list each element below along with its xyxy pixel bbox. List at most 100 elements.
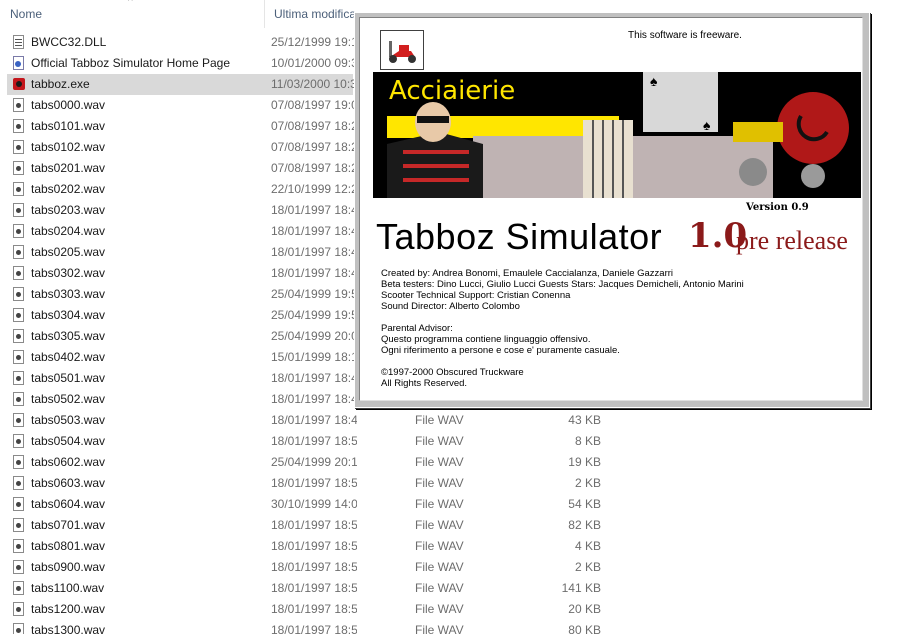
file-row[interactable]: tabs0503.wav 18/01/1997 18:45 File WAV 43 K… (7, 410, 601, 431)
file-row[interactable]: tabs1100.wav 18/01/1997 18:53 File WAV 141 … (7, 578, 601, 599)
column-header-modified-label: Ultima modifica (274, 7, 357, 21)
file-row[interactable]: BWCC32.DLL 25/12/1999 19:1 (7, 32, 357, 53)
file-modified-date: 15/01/1999 18:1 (271, 350, 357, 364)
file-row[interactable]: tabs0305.wav 25/04/1999 20:0 (7, 326, 357, 347)
file-row[interactable]: tabs0201.wav 07/08/1997 18:2 (7, 158, 357, 179)
file-type: File WAV (415, 623, 464, 634)
file-name: tabs0801.wav (31, 539, 106, 553)
file-modified-date: 07/08/1997 18:2 (271, 119, 357, 133)
svg-text:♠: ♠ (703, 117, 711, 133)
file-row[interactable]: tabs0502.wav 18/01/1997 18:4 (7, 389, 357, 410)
wav-file-icon (13, 623, 24, 634)
file-name: tabs0302.wav (31, 266, 106, 280)
file-row[interactable]: Official Tabboz Simulator Home Page 10/01… (7, 53, 357, 74)
file-modified-date: 18/01/1997 18:54 (271, 623, 357, 634)
wav-file-icon (13, 98, 24, 112)
file-name: tabs0501.wav (31, 371, 106, 385)
file-row[interactable]: tabs0504.wav 18/01/1997 18:51 File WAV 8 KB (7, 431, 601, 452)
banner-title: Acciaierie (389, 76, 516, 106)
file-name: tabs1300.wav (31, 623, 106, 634)
file-name: tabs0102.wav (31, 140, 106, 154)
file-row[interactable]: tabs0000.wav 07/08/1997 19:0 (7, 95, 357, 116)
wav-file-icon (13, 434, 24, 448)
wav-file-icon (13, 329, 24, 343)
file-name: tabs0402.wav (31, 350, 106, 364)
file-name: tabs0101.wav (31, 119, 106, 133)
file-name: tabs0305.wav (31, 329, 106, 343)
copyright-line: All Rights Reserved. (381, 378, 468, 389)
file-row[interactable]: tabs0205.wav 18/01/1997 18:4 (7, 242, 357, 263)
wav-file-icon (13, 119, 24, 133)
file-row[interactable]: tabs1300.wav 18/01/1997 18:54 File WAV 80 K… (7, 620, 601, 634)
file-row[interactable]: tabs0302.wav 18/01/1997 18:4 (7, 263, 357, 284)
wav-file-icon (13, 308, 24, 322)
file-row[interactable]: tabs0602.wav 25/04/1999 20:17 File WAV 19 K… (7, 452, 601, 473)
file-row[interactable]: tabs0900.wav 18/01/1997 18:53 File WAV 2 KB (7, 557, 601, 578)
file-modified-date: 30/10/1999 14:01 (271, 497, 357, 511)
file-size: 141 KB (561, 581, 601, 595)
wav-file-icon (13, 224, 24, 238)
file-modified-date: 10/01/2000 09:3 (271, 56, 357, 70)
banner-image: ♠ ♠ Acciaierie (373, 72, 861, 198)
file-row[interactable]: tabs0303.wav 25/04/1999 19:5 (7, 284, 357, 305)
credits-line: Created by: Andrea Bonomi, Emaulele Cacc… (381, 268, 674, 279)
file-row[interactable]: tabs0102.wav 07/08/1997 18:2 (7, 137, 357, 158)
file-type: File WAV (415, 602, 464, 616)
wav-file-icon (13, 602, 24, 616)
file-modified-date: 25/04/1999 20:17 (271, 455, 357, 469)
file-row[interactable]: tabs0203.wav 18/01/1997 18:4 (7, 200, 357, 221)
file-name: tabs0502.wav (31, 392, 106, 406)
wav-file-icon (13, 413, 24, 427)
wav-file-icon (13, 140, 24, 154)
file-modified-date: 18/01/1997 18:55 (271, 518, 357, 532)
wav-file-icon (13, 245, 24, 259)
file-row[interactable]: tabs0402.wav 15/01/1999 18:1 (7, 347, 357, 368)
file-row[interactable]: tabs0304.wav 25/04/1999 19:5 (7, 305, 357, 326)
column-header-modified[interactable]: Ultima modifica (264, 0, 364, 28)
column-header-name-label: Nome (10, 7, 43, 21)
file-row[interactable]: tabs0801.wav 18/01/1997 18:52 File WAV 4 KB (7, 536, 601, 557)
file-row[interactable]: tabs0701.wav 18/01/1997 18:55 File WAV 82 K… (7, 515, 601, 536)
credits-block: Created by: Andrea Bonomi, Emaulele Cacc… (381, 268, 851, 389)
file-row[interactable]: tabs0204.wav 18/01/1997 18:4 (7, 221, 357, 242)
file-row[interactable]: tabs0501.wav 18/01/1997 18:4 (7, 368, 357, 389)
file-name: tabboz.exe (31, 77, 90, 91)
file-row[interactable]: tabs0604.wav 30/10/1999 14:01 File WAV 54 K… (7, 494, 601, 515)
file-modified-date: 07/08/1997 18:2 (271, 161, 357, 175)
credits-line: Sound Director: Alberto Colombo (381, 301, 520, 312)
file-row[interactable]: tabboz.exe 11/03/2000 10:3 (7, 74, 357, 95)
file-name: tabs0203.wav (31, 203, 106, 217)
file-modified-date: 18/01/1997 18:51 (271, 434, 357, 448)
file-type: File WAV (415, 560, 464, 574)
scooter-icon (389, 41, 416, 63)
file-name: tabs0202.wav (31, 182, 106, 196)
wav-file-icon (13, 518, 24, 532)
file-name: tabs0602.wav (31, 455, 106, 469)
about-dialog-panel: This software is freeware. ♠ ♠ Acciaieri… (359, 17, 863, 401)
wav-file-icon (13, 581, 24, 595)
file-modified-date: 18/01/1997 18:52 (271, 476, 357, 490)
file-modified-date: 11/03/2000 10:3 (271, 77, 357, 91)
wav-file-icon (13, 560, 24, 574)
file-name: tabs0304.wav (31, 308, 106, 322)
file-row[interactable]: tabs0202.wav 22/10/1999 12:2 (7, 179, 357, 200)
file-modified-date: 18/01/1997 18:4 (271, 392, 357, 406)
file-modified-date: 18/01/1997 18:45 (271, 413, 357, 427)
file-name: tabs0204.wav (31, 224, 106, 238)
file-name: tabs0503.wav (31, 413, 106, 427)
file-size: 43 KB (568, 413, 601, 427)
file-row[interactable]: tabs1200.wav 18/01/1997 18:53 File WAV 20 K… (7, 599, 601, 620)
file-name: tabs1200.wav (31, 602, 106, 616)
wav-file-icon (13, 392, 24, 406)
file-modified-date: 18/01/1997 18:52 (271, 539, 357, 553)
file-name: tabs0900.wav (31, 560, 106, 574)
file-row[interactable]: tabs0603.wav 18/01/1997 18:52 File WAV 2 KB (7, 473, 601, 494)
file-modified-date: 18/01/1997 18:53 (271, 560, 357, 574)
file-size: 80 KB (568, 623, 601, 634)
file-modified-date: 18/01/1997 18:4 (271, 245, 357, 259)
scooter-icon-button[interactable] (380, 30, 424, 70)
file-row[interactable]: tabs0101.wav 07/08/1997 18:2 (7, 116, 357, 137)
sort-ascending-icon: ^ (128, 0, 133, 7)
file-modified-date: 18/01/1997 18:53 (271, 581, 357, 595)
file-name: BWCC32.DLL (31, 35, 107, 49)
